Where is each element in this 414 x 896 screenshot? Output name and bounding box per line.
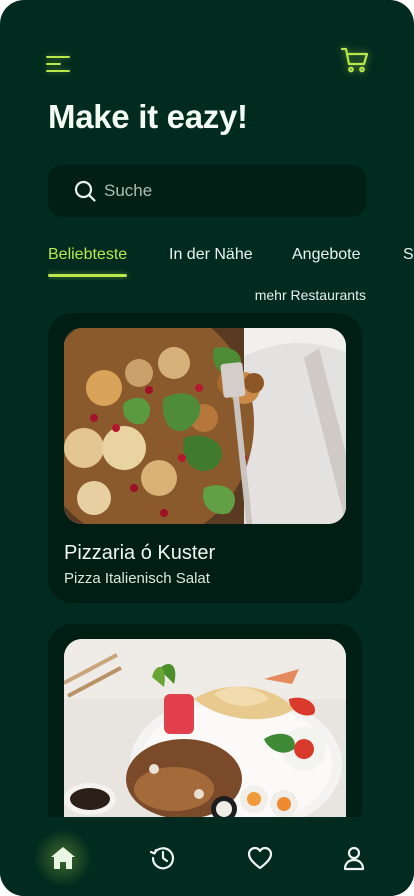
sushi-platter-photo <box>64 639 346 834</box>
history-icon <box>149 847 175 870</box>
salad-photo <box>64 328 346 524</box>
nav-history[interactable] <box>148 843 178 873</box>
tab-beliebteste[interactable]: Beliebteste <box>48 246 127 264</box>
tab-angebote[interactable]: Angebote <box>292 246 361 264</box>
active-tab-indicator <box>48 274 127 277</box>
search-icon <box>74 180 96 202</box>
app-screen: Make it eazy! Beliebteste In der Nähe An… <box>0 0 414 896</box>
heart-icon <box>247 846 273 870</box>
restaurant-name: Pizzaria ó Kuster <box>64 542 216 564</box>
page-title: Make it eazy! <box>48 98 248 135</box>
category-tabs: Beliebteste In der Nähe Angebote S <box>48 246 414 280</box>
menu-line <box>46 56 70 58</box>
restaurant-card[interactable]: Pizzaria ó Kuster Pizza Italienisch Sala… <box>48 313 362 603</box>
more-restaurants-link[interactable]: mehr Restaurants <box>255 287 366 303</box>
menu-line <box>46 70 70 72</box>
restaurant-cuisine: Pizza Italienisch Salat <box>64 570 210 587</box>
tab-in-der-naehe[interactable]: In der Nähe <box>169 246 253 264</box>
tab-more[interactable]: S <box>403 246 414 264</box>
menu-icon[interactable] <box>46 54 72 76</box>
nav-profile[interactable] <box>339 843 369 873</box>
bottom-navigation <box>0 817 414 896</box>
user-icon <box>343 846 365 871</box>
search-bar[interactable] <box>48 165 366 217</box>
search-input[interactable] <box>104 181 334 201</box>
home-icon <box>51 847 75 869</box>
cart-icon[interactable] <box>340 46 370 74</box>
restaurant-card[interactable] <box>48 624 362 834</box>
nav-home[interactable] <box>34 829 92 887</box>
menu-line <box>46 63 61 65</box>
nav-favorites[interactable] <box>245 843 275 873</box>
